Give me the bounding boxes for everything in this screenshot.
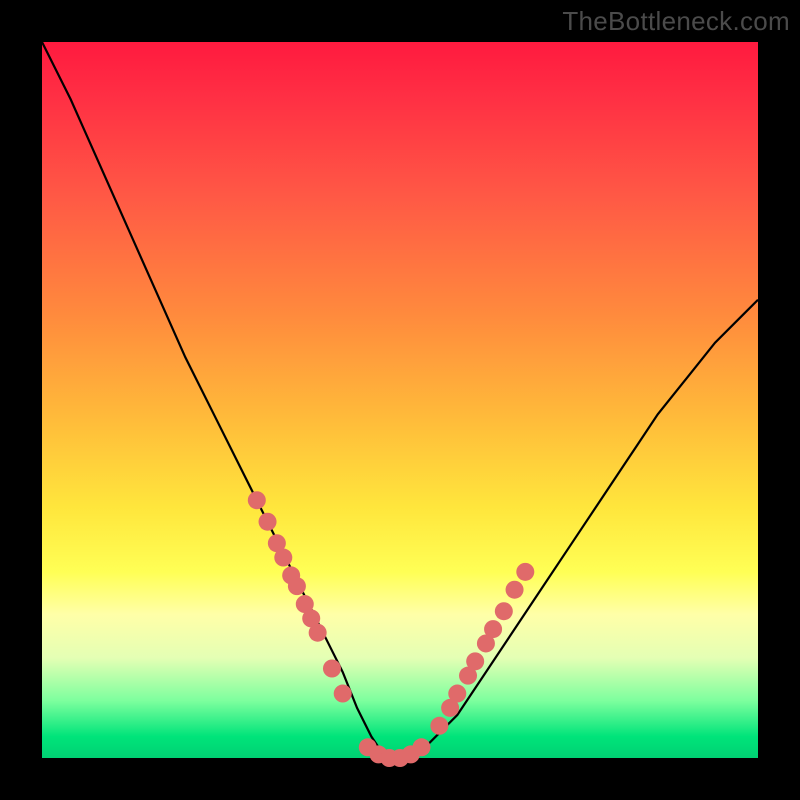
data-point bbox=[484, 620, 502, 638]
data-point bbox=[323, 660, 341, 678]
data-point bbox=[506, 581, 524, 599]
data-point bbox=[495, 602, 513, 620]
data-point bbox=[248, 491, 266, 509]
data-point bbox=[516, 563, 534, 581]
data-point bbox=[412, 738, 430, 756]
chart-frame: TheBottleneck.com bbox=[0, 0, 800, 800]
data-point bbox=[448, 685, 466, 703]
chart-svg bbox=[42, 42, 758, 758]
data-point bbox=[288, 577, 306, 595]
data-point bbox=[259, 513, 277, 531]
data-point bbox=[466, 652, 484, 670]
plot-area bbox=[42, 42, 758, 758]
data-point bbox=[430, 717, 448, 735]
bottleneck-curve bbox=[42, 42, 758, 758]
data-point bbox=[309, 624, 327, 642]
data-point bbox=[274, 549, 292, 567]
data-points-group bbox=[248, 491, 535, 767]
watermark-text: TheBottleneck.com bbox=[562, 6, 790, 37]
data-point bbox=[334, 685, 352, 703]
